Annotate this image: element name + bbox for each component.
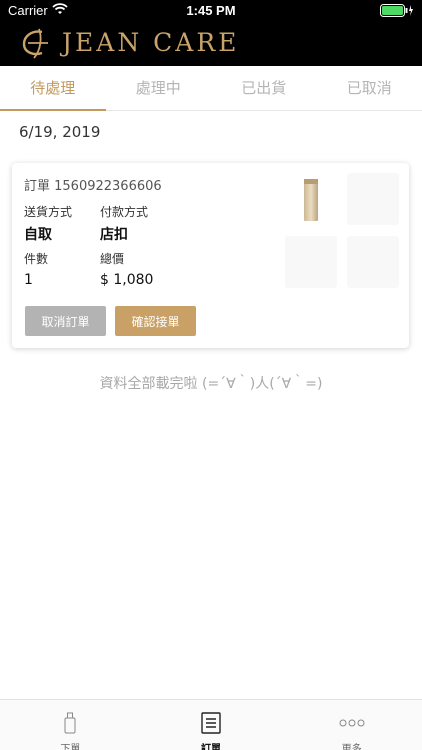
total-price-label: 總價 (100, 252, 125, 266)
jean-care-logo-icon (18, 25, 52, 61)
clock: 1:45 PM (186, 3, 236, 18)
battery-icon (380, 4, 414, 20)
order-list-icon (201, 712, 221, 738)
order-card[interactable]: 訂單 1560922366606 送貨方式 自取 付款方式 店扣 件數 1 總價… (12, 163, 409, 348)
bottom-tab-bar: 下單 訂單 更多 (0, 699, 422, 750)
item-count-value: 1 (24, 272, 33, 288)
tab-bar-place-order[interactable]: 下單 (0, 700, 141, 750)
shipping-method-label: 送貨方式 (24, 205, 73, 219)
product-thumbnail-empty (285, 236, 337, 288)
tab-bar-orders[interactable]: 訂單 (141, 700, 282, 750)
all-loaded-message: 資料全部載完啦 (=´∀｀)人(´∀｀=) (99, 376, 323, 392)
product-thumbnail-empty (347, 236, 399, 288)
tab-bar-label: 下單 (60, 744, 81, 750)
tab-bar-label: 更多 (341, 744, 362, 750)
brand-name: JEAN CARE (62, 28, 240, 57)
bottle-icon (63, 712, 77, 738)
tab-processing[interactable]: 處理中 (106, 66, 212, 110)
more-dots-icon (339, 712, 365, 738)
confirm-order-button[interactable]: 確認接單 (115, 306, 196, 336)
cancel-order-button[interactable]: 取消訂單 (25, 306, 106, 336)
product-thumbnail[interactable] (285, 173, 337, 225)
order-date: 6/19, 2019 (19, 123, 101, 141)
order-status-tabs: 待處理 處理中 已出貨 已取消 (0, 66, 422, 111)
total-price-value: $ 1,080 (100, 272, 154, 288)
payment-method-label: 付款方式 (100, 205, 149, 219)
status-bar: Carrier 1:45 PM (0, 0, 422, 22)
tab-cancelled[interactable]: 已取消 (317, 66, 422, 110)
payment-method-value: 店扣 (100, 227, 128, 243)
shipping-method-value: 自取 (24, 227, 52, 243)
product-bottle-image (304, 179, 318, 221)
order-number: 訂單 1560922366606 (24, 179, 162, 194)
tab-pending[interactable]: 待處理 (0, 66, 106, 111)
item-count-label: 件數 (24, 252, 49, 266)
tab-bar-more[interactable]: 更多 (281, 700, 422, 750)
app-header: JEAN CARE (0, 22, 422, 66)
product-thumbnail-empty (347, 173, 399, 225)
tab-bar-label: 訂單 (201, 744, 221, 750)
tab-shipped[interactable]: 已出貨 (211, 66, 317, 110)
